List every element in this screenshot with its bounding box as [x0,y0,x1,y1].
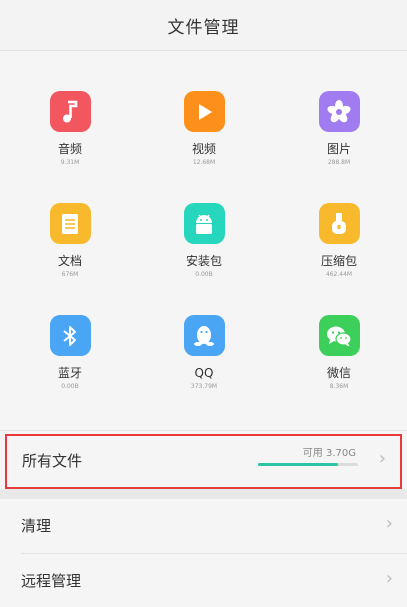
category-images[interactable]: 图片 288.8M [289,78,389,167]
category-wechat[interactable]: 微信 8.36M [289,302,389,391]
category-archives[interactable]: 压缩包 462.44M [289,190,389,279]
category-row-2: 文档 676M 安装包 0.00B 压缩包 462.44M [0,190,407,302]
category-label: 文档 [57,254,82,268]
page-title: 文件管理 [167,17,240,38]
category-size: 0.00B [61,383,79,390]
divider [0,430,407,431]
available-storage-text: 可用 3.70G [302,448,356,459]
list-item-remote-management[interactable]: 远程管理 › [0,554,407,607]
category-label: QQ [194,366,214,380]
category-size: 12.68M [192,159,216,166]
category-size: 9.31M [60,159,80,166]
category-label: 蓝牙 [57,366,82,380]
music-icon [49,91,91,132]
category-audio[interactable]: 音频 9.31M [20,78,120,167]
page-header: 文件管理 [0,0,407,51]
flower-icon [318,91,360,132]
category-label: 音频 [57,142,82,156]
category-row-1: 音频 9.31M 视频 12.68M 图片 288.8M [0,78,407,190]
qq-icon [183,315,225,356]
chevron-right-icon: › [385,568,393,589]
storage-progress-fill [258,463,338,466]
section-gap [0,489,407,499]
zip-icon [318,203,360,244]
category-size: 676M [61,271,79,278]
all-files-row[interactable]: 所有文件 可用 3.70G › [5,434,402,489]
category-apk[interactable]: 安装包 0.00B [154,190,254,279]
wechat-icon [318,315,360,356]
category-bluetooth[interactable]: 蓝牙 0.00B [20,302,120,391]
list-item-cleanup[interactable]: 清理 › [0,499,407,552]
all-files-title: 所有文件 [22,452,83,470]
category-documents[interactable]: 文档 676M [20,190,120,279]
play-icon [183,91,225,132]
category-row-3: 蓝牙 0.00B QQ 373.79M 微信 8.36M [0,302,407,414]
bluetooth-icon [49,315,91,356]
category-label: 压缩包 [320,254,357,268]
storage-progress-bar [258,463,358,466]
chevron-right-icon: › [385,513,393,534]
category-size: 462.44M [325,271,353,278]
category-grid: 音频 9.31M 视频 12.68M 图片 288.8M 文档 676M 安装包… [0,78,407,414]
category-size: 0.00B [195,271,213,278]
android-icon [183,203,225,244]
document-icon [49,203,91,244]
category-qq[interactable]: QQ 373.79M [154,302,254,391]
category-label: 图片 [326,142,351,156]
category-video[interactable]: 视频 12.68M [154,78,254,167]
chevron-right-icon: › [378,448,386,469]
category-label: 微信 [326,366,351,380]
category-label: 视频 [191,142,216,156]
category-label: 安装包 [185,254,222,268]
category-size: 288.8M [327,159,351,166]
list-item-label: 远程管理 [21,572,82,590]
category-size: 8.36M [329,383,349,390]
list-item-label: 清理 [21,517,52,535]
category-size: 373.79M [190,383,218,390]
